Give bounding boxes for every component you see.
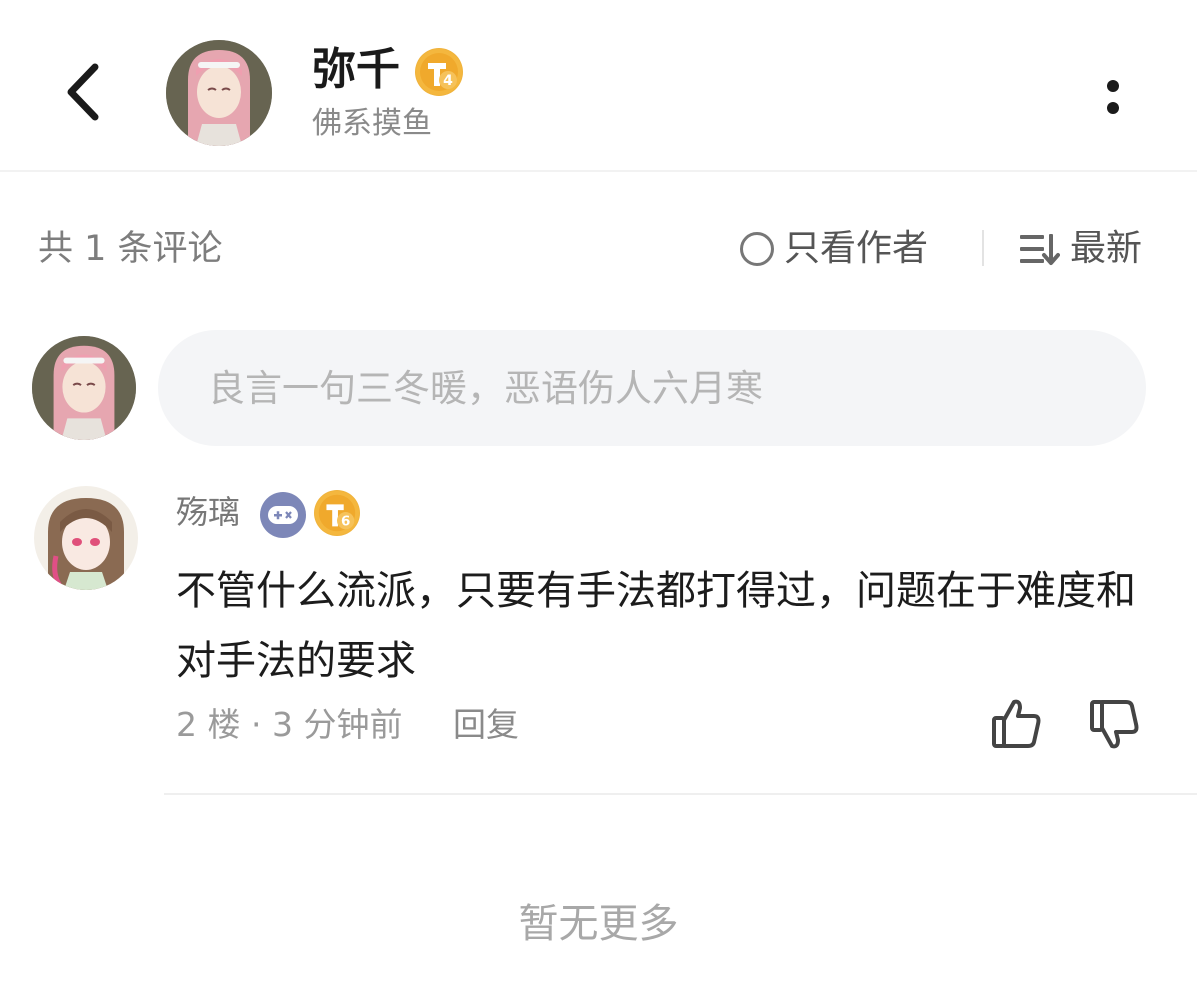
sort-icon	[1020, 234, 1060, 265]
dot-icon	[1107, 80, 1119, 92]
thumbs-up-icon	[992, 699, 1041, 748]
author-only-toggle[interactable]: 只看作者	[740, 224, 928, 274]
level-badge: 6	[314, 490, 360, 536]
avatar-image	[34, 486, 138, 590]
user-name: 弥千	[312, 44, 400, 95]
avatar-image	[166, 40, 272, 146]
comment-meta: 2 楼 · 3 分钟前	[176, 705, 403, 744]
reply-button[interactable]: 回复	[453, 702, 519, 748]
level-number: 6	[341, 514, 350, 529]
commenter-avatar[interactable]	[34, 486, 138, 590]
no-more-label: 暂无更多	[518, 901, 679, 947]
header-avatar[interactable]	[166, 40, 272, 146]
comment-text: 不管什么流派，只要有手法都打得过，问题在于难度和对手法的要求	[176, 568, 1136, 684]
level-number: 4	[443, 73, 453, 89]
comment-count: 共 1 条评论	[38, 229, 223, 269]
back-button[interactable]	[48, 52, 118, 132]
chevron-left-icon	[67, 63, 99, 121]
comment-divider	[164, 793, 1197, 795]
commenter-name[interactable]: 殇璃	[176, 490, 240, 534]
level-icon: 6	[314, 490, 360, 536]
sort-button[interactable]: 最新	[1018, 224, 1142, 274]
avatar-image	[32, 336, 136, 440]
level-badge: 4	[415, 48, 463, 96]
thumbs-down-icon	[1090, 700, 1139, 749]
dot-icon	[1107, 102, 1119, 114]
author-only-label: 只看作者	[784, 228, 929, 269]
header-divider	[0, 170, 1197, 172]
user-subtitle: 佛系摸鱼	[312, 106, 432, 141]
my-avatar	[32, 336, 136, 440]
toolbar-divider	[982, 230, 984, 266]
sort-label: 最新	[1070, 228, 1143, 269]
comment-input[interactable]	[158, 330, 1146, 446]
like-button[interactable]	[988, 694, 1048, 754]
game-badge	[260, 492, 306, 538]
more-options-button[interactable]	[1090, 70, 1138, 124]
gamepad-icon	[268, 506, 298, 524]
dislike-button[interactable]	[1086, 694, 1146, 754]
radio-icon	[740, 232, 774, 266]
level-icon: 4	[416, 49, 462, 95]
